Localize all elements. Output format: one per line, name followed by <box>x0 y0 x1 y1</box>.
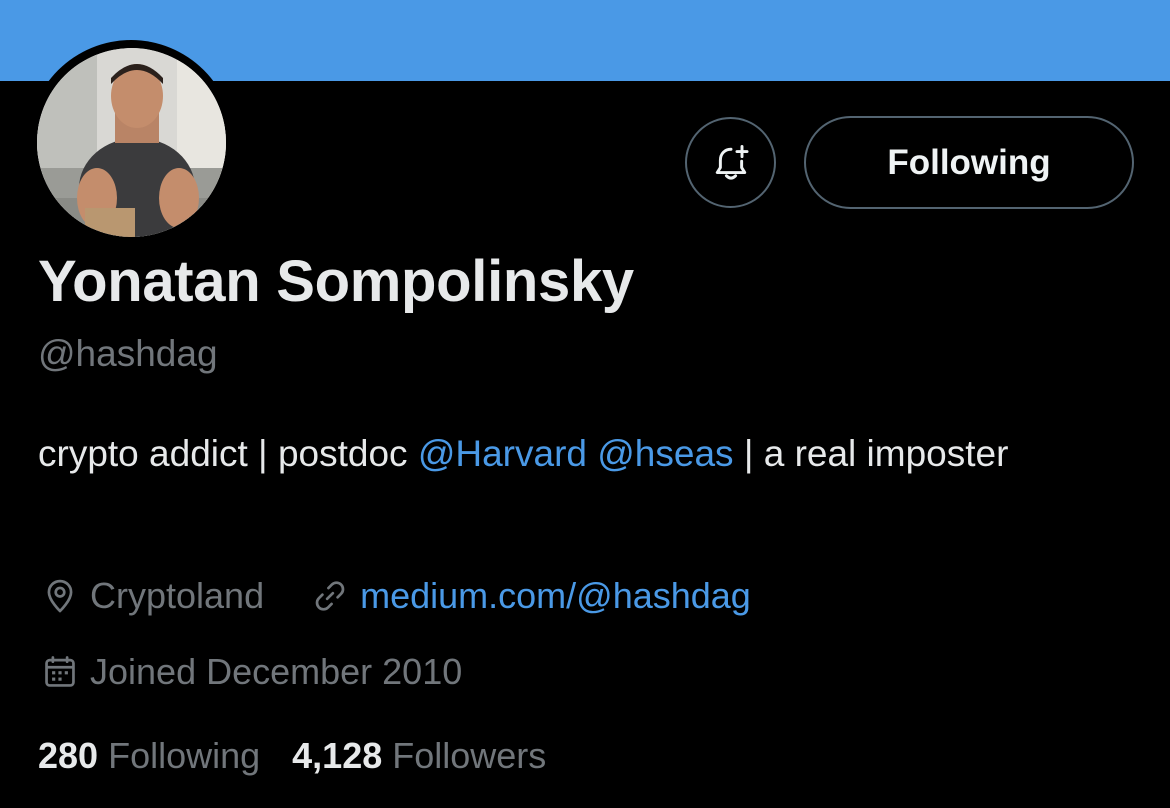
profile-meta-row: Cryptoland medium.com/@hashdag <box>38 574 751 618</box>
followers-label: Followers <box>392 735 547 776</box>
location-text: Cryptoland <box>90 575 265 616</box>
link-icon <box>308 574 352 618</box>
following-label: Following <box>108 735 261 776</box>
followers-stat-link[interactable]: 4,128 Followers <box>292 735 546 777</box>
joined-row: Joined December 2010 <box>38 650 462 694</box>
joined-item: Joined December 2010 <box>38 650 462 694</box>
mention-link-harvard[interactable]: @Harvard <box>418 433 587 474</box>
profile-bio: crypto addict | postdoc @Harvard @hseas … <box>38 430 1128 478</box>
following-stat-link[interactable]: 280 Following <box>38 735 260 777</box>
joined-date: Joined December 2010 <box>90 651 463 692</box>
website-link[interactable]: medium.com/@hashdag <box>360 575 751 617</box>
user-handle: @hashdag <box>38 333 218 374</box>
following-button[interactable]: Following <box>804 116 1134 209</box>
followers-count: 4,128 <box>292 735 383 776</box>
map-pin-icon <box>38 574 82 618</box>
display-name: Yonatan Sompolinsky <box>38 249 634 314</box>
avatar-photo <box>37 48 226 237</box>
profile-stats: 280 Following 4,128 Followers <box>38 735 546 777</box>
notify-button[interactable] <box>685 117 776 208</box>
calendar-icon <box>38 650 82 694</box>
bio-text: crypto addict | postdoc <box>38 433 418 474</box>
location-item: Cryptoland <box>38 574 264 618</box>
bio-text-end: | a real imposter <box>733 433 1009 474</box>
mention-link-hseas[interactable]: @hseas <box>597 433 733 474</box>
bell-plus-icon <box>715 144 749 180</box>
following-count: 280 <box>38 735 99 776</box>
website-item[interactable]: medium.com/@hashdag <box>308 574 751 618</box>
avatar[interactable] <box>37 48 226 237</box>
